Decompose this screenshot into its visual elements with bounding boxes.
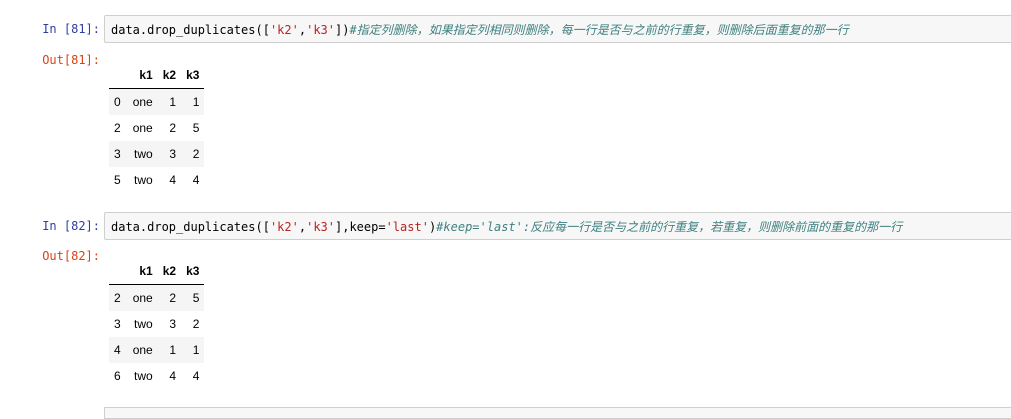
column-header: k1 [127,258,158,285]
row-index: 2 [114,121,121,135]
table-cell: 1 [192,343,200,357]
code-input[interactable]: data.drop_duplicates(['k2','k3'],keep='l… [104,212,1011,240]
table-cell: 3 [169,147,177,161]
dataframe-output: k1 k2 k3 2 one 2 5 3 two 3 2 4 one 1 1 6… [109,258,205,389]
row-index: 0 [114,95,121,109]
table-header-row: k1 k2 k3 [109,258,205,285]
row-index: 2 [114,291,121,305]
column-header [109,62,128,89]
table-row: 3 two 3 2 [109,141,205,167]
table-cell: one [132,343,153,357]
table-cell: 5 [192,121,200,135]
code-input[interactable]: data.drop_duplicates(['k2','k3'])#指定列删除，… [104,15,1011,43]
table-cell: 4 [169,173,177,187]
row-index: 4 [114,343,121,357]
table-cell: 2 [192,147,200,161]
code-string: 'k2' [269,220,299,234]
table-row: 4 one 1 1 [109,337,205,363]
table-cell: one [132,95,153,109]
table-cell: 5 [192,291,200,305]
row-index: 5 [114,173,121,187]
code-comment: #指定列删除，如果指定列相同则删除，每一行是否与之前的行重复，则删除后面重复的那… [349,23,849,37]
dataframe-output: k1 k2 k3 0 one 1 1 2 one 2 5 3 two 3 2 5… [109,62,205,193]
table-cell: 1 [192,95,200,109]
column-header: k1 [127,62,158,89]
table-header-row: k1 k2 k3 [109,62,205,89]
table-cell: two [134,147,153,161]
input-prompt: In [81]: [42,22,100,36]
table-row: 2 one 2 5 [109,284,205,311]
table-cell: 4 [169,369,177,383]
table-cell: two [134,369,153,383]
table-cell: 3 [169,317,177,331]
table-cell: 1 [169,343,177,357]
input-prompt: In [82]: [42,219,100,233]
code-text: , [298,220,307,234]
table-cell: one [132,121,153,135]
output-prompt: Out[82]: [42,249,100,263]
code-text: ]) [335,23,350,37]
table-cell: one [132,291,153,305]
row-index: 6 [114,369,121,383]
table-row: 6 two 4 4 [109,363,204,389]
table-cell: 2 [192,317,200,331]
next-code-input[interactable] [104,407,1011,419]
code-string: 'k2' [269,23,299,37]
code-comment: #keep='last':反应每一行是否与之前的行重复，若重复，则删除前面的重复… [436,220,903,234]
code-string: 'k3' [306,23,335,37]
row-index: 3 [114,317,121,331]
table-cell: 4 [192,369,200,383]
table-cell: 2 [169,291,177,305]
table-cell: 4 [192,173,200,187]
column-header: k3 [181,62,205,89]
table-cell: two [134,317,153,331]
table-cell: 2 [169,121,177,135]
table-cell: 1 [169,95,177,109]
table-row: 2 one 2 5 [109,115,204,141]
table-row: 5 two 4 4 [109,167,204,193]
code-string: 'last' [385,220,429,234]
column-header [109,258,128,285]
row-index: 3 [114,147,121,161]
table-cell: two [134,173,153,187]
output-prompt: Out[81]: [42,53,100,67]
code-text: ],keep= [335,220,386,234]
table-row: 3 two 3 2 [109,311,204,337]
code-string: 'k3' [306,220,335,234]
column-header: k2 [157,258,182,285]
table-row: 0 one 1 1 [109,88,205,115]
code-text: , [298,23,307,37]
column-header: k2 [157,62,182,89]
code-text: data.drop_duplicates([ [111,220,270,234]
code-text: data.drop_duplicates([ [111,23,270,37]
column-header: k3 [181,258,205,285]
